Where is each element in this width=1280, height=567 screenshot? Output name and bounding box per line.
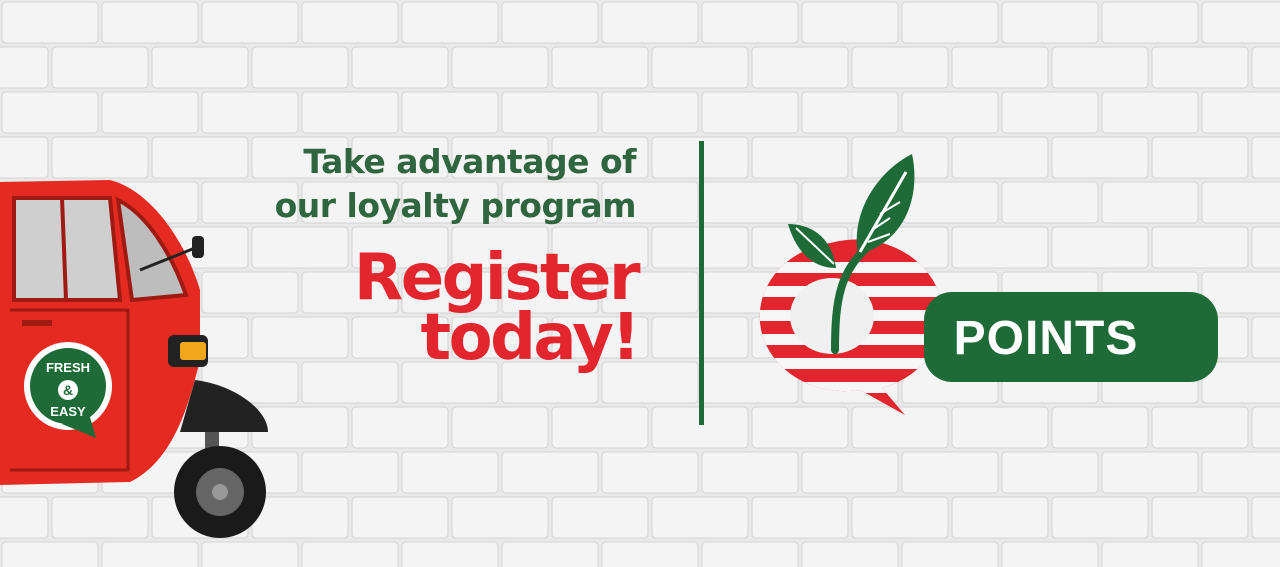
points-label: POINTS: [954, 312, 1139, 365]
badge-easy-text: EASY: [50, 404, 86, 419]
badge-fresh-text: FRESH: [46, 360, 90, 375]
promo-banner[interactable]: Take advantage of our loyalty program Re…: [0, 0, 1280, 567]
badge-ampersand: &: [63, 382, 73, 398]
points-logo: POINTS: [759, 154, 1218, 415]
vertical-divider: [699, 141, 704, 425]
red-rickshaw-image: FRESH & EASY: [0, 180, 268, 538]
